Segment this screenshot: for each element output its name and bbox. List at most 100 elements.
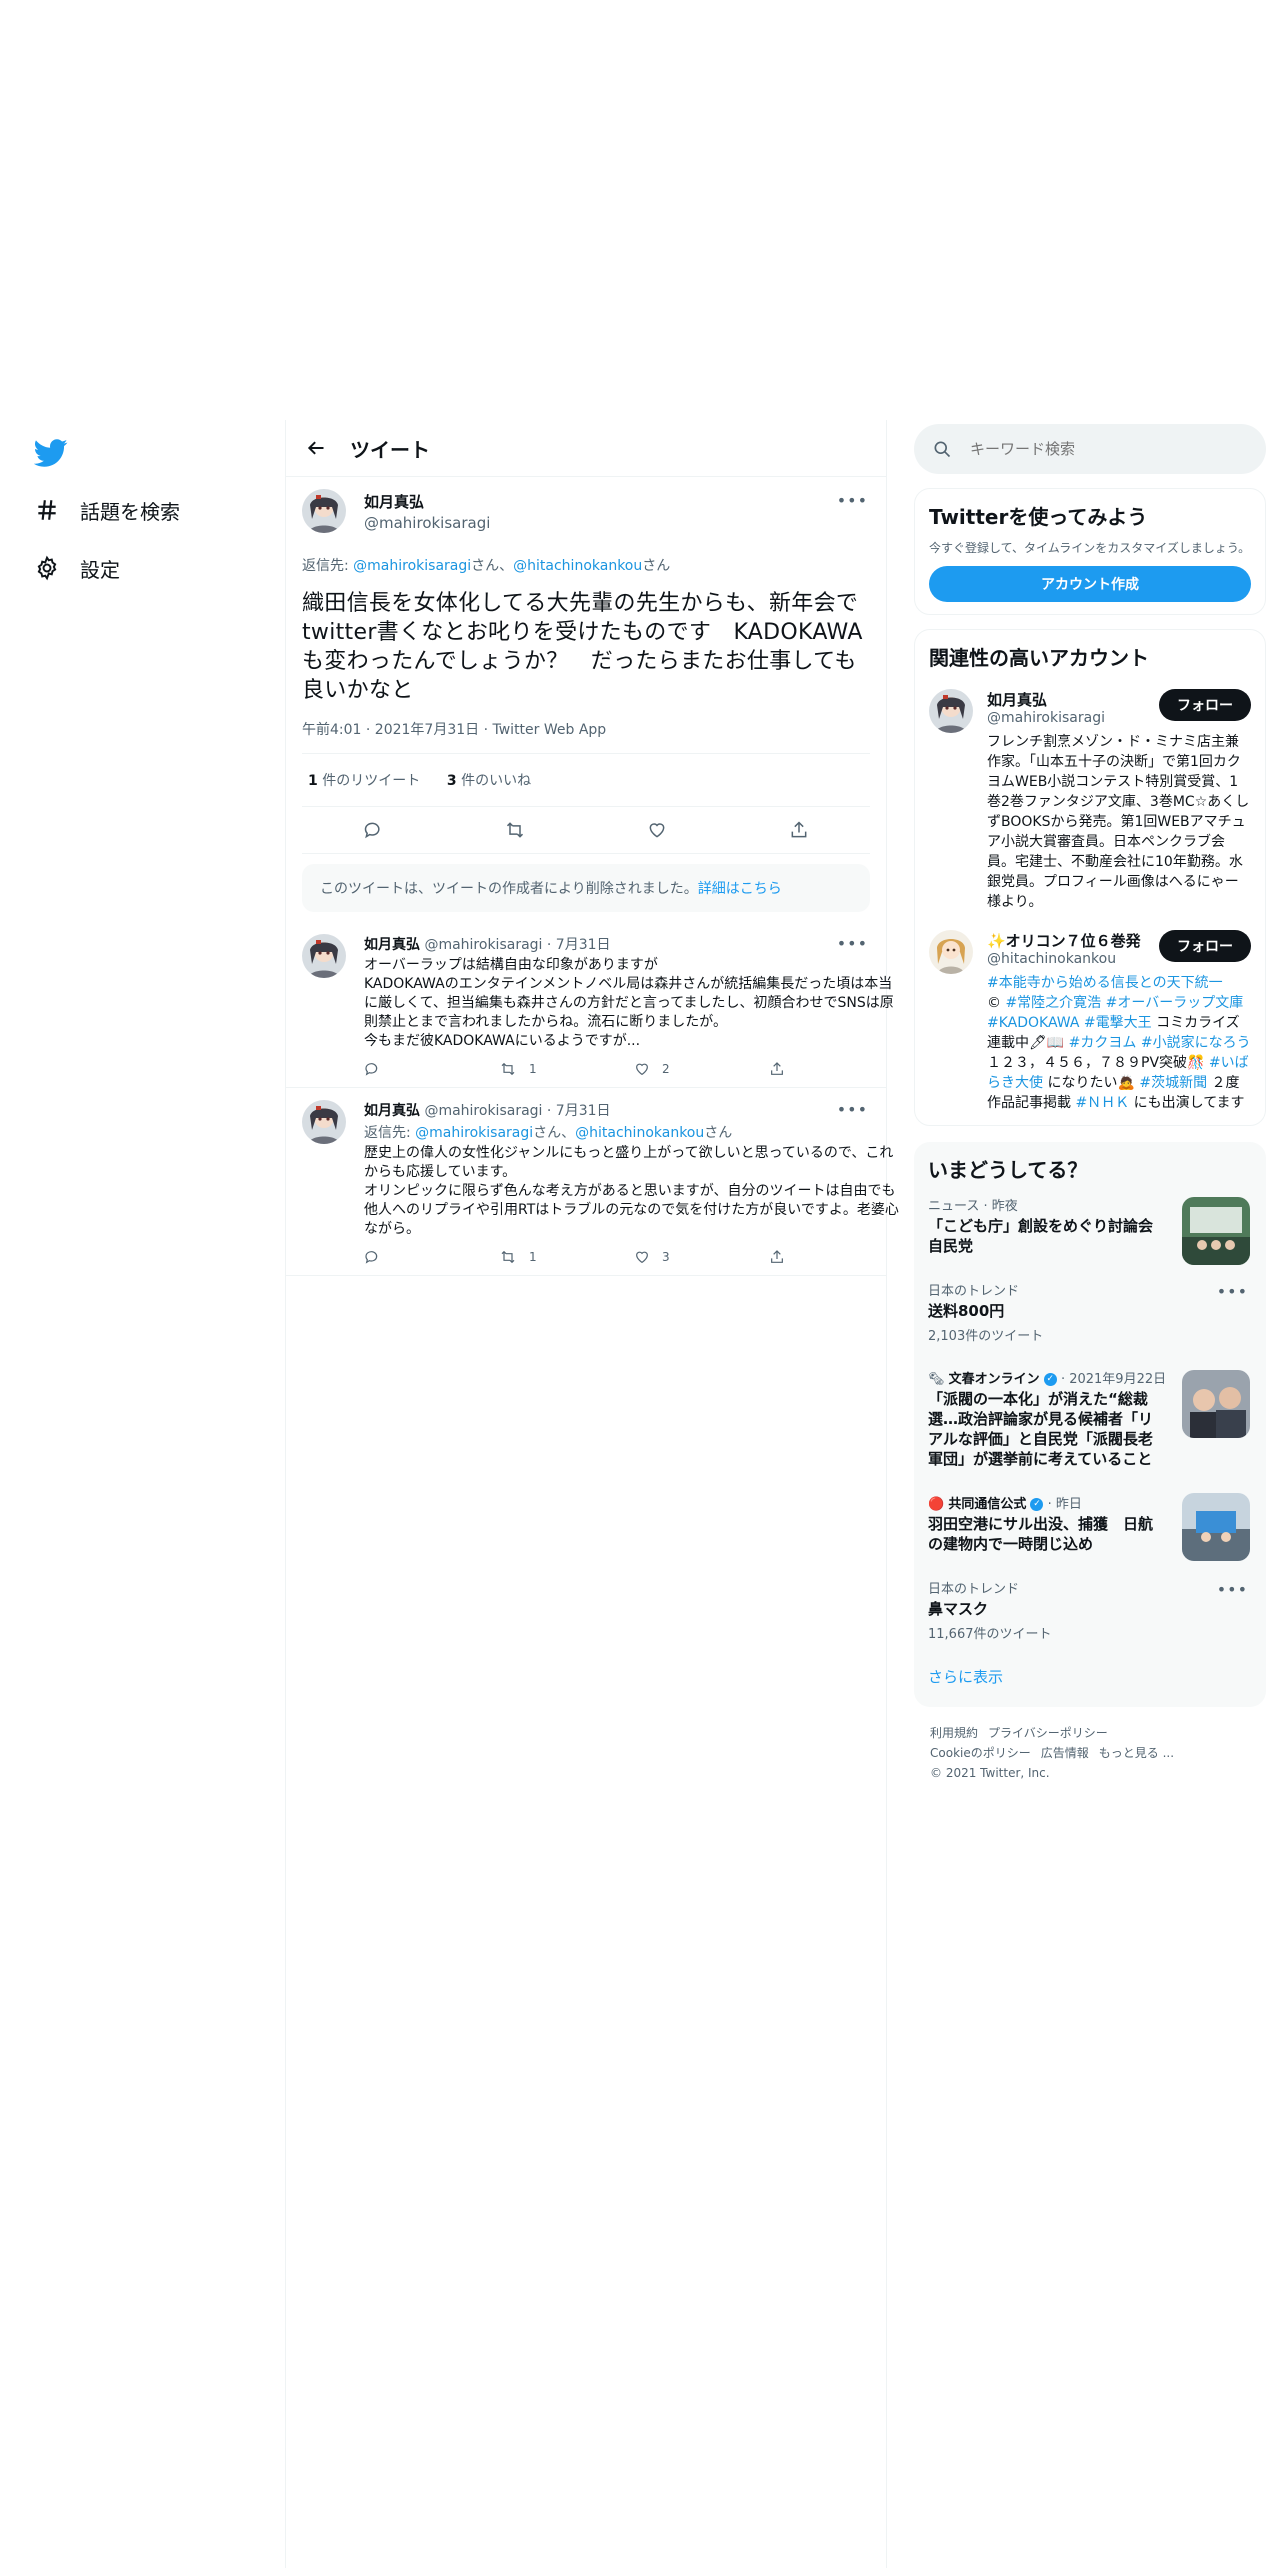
signup-box: Twitterを使ってみよう 今すぐ登録して、タイムラインをカスタマイズしましょ… [914, 488, 1266, 615]
retweet-stat-label: 件のリツイート [317, 773, 421, 789]
footer-link[interactable]: 利用規約 [930, 1726, 978, 1740]
reply-tweet[interactable]: 如月真弘 @mahirokisaragi · 7月31日 ••• オーバーラップ… [286, 922, 894, 1088]
search-input[interactable] [968, 439, 1222, 459]
like-count: 3 [662, 1250, 670, 1264]
retweet-action[interactable]: 1 [499, 1249, 634, 1265]
account-card[interactable]: ✨オリコン７位６巻発 @hitachinokankou #本能寺から始める信長と… [929, 930, 1251, 1113]
trend-title: 「こども庁」創設をめぐり討論会 自民党 [928, 1217, 1169, 1255]
show-more-link[interactable]: さらに表示 [914, 1654, 1266, 1695]
nav-settings[interactable]: 設定 [34, 548, 120, 588]
bio-hashtag[interactable]: #茨城新聞 [1139, 1075, 1207, 1091]
bio-hashtag[interactable]: #カクヨム #小説家になろう [1069, 1035, 1251, 1051]
footer: 利用規約 プライバシーポリシー Cookieのポリシー 広告情報 もっと見る ... … [930, 1723, 1252, 1783]
retweet-stat[interactable]: 1 件のリツイート [308, 773, 420, 789]
reply-separator: さん、 [533, 1125, 576, 1141]
account-card[interactable]: 如月真弘 @mahirokisaragi フレンチ割烹メゾン・ド・ミナミ店主兼作… [929, 689, 1251, 912]
reply-prefix: 返信先: [302, 558, 354, 574]
share-icon [771, 1250, 783, 1263]
footer-link[interactable]: 広告情報 [1041, 1746, 1089, 1760]
search-box[interactable] [914, 424, 1266, 474]
reply-icon [365, 1063, 378, 1076]
reply-suffix: さん [704, 1125, 733, 1141]
avatar[interactable] [302, 1100, 346, 1144]
follow-button[interactable]: フォロー [1159, 930, 1251, 962]
retweet-icon [501, 1250, 515, 1264]
tweet-date[interactable]: · 7月31日 [542, 1103, 611, 1119]
tweet-stats: 1 件のリツイート 3 件のいいね [302, 754, 870, 807]
retweet-action[interactable]: 1 [499, 1061, 634, 1077]
trend-count: 2,103件のツイート [928, 1329, 1044, 1344]
reply-icon[interactable] [361, 818, 385, 842]
avatar[interactable] [929, 689, 973, 733]
trend-thumbnail [1182, 1197, 1250, 1265]
tweet-timestamp[interactable]: 午前4:01 · 2021年7月31日 · Twitter Web App [302, 719, 870, 754]
create-account-button[interactable]: アカウント作成 [929, 566, 1251, 602]
signup-title: Twitterを使ってみよう [929, 505, 1148, 529]
author-handle[interactable]: @mahirokisaragi [364, 514, 490, 532]
trend-item[interactable]: 🗞 文春オンライン ✓ · 2021年9月22日 「派閥の一本化」が消えた“総裁… [914, 1356, 1266, 1481]
footer-link[interactable]: もっと見る ... [1099, 1746, 1174, 1760]
footer-link[interactable]: Cookieのポリシー [930, 1746, 1031, 1760]
reply-user-link[interactable]: @hitachinokankou [575, 1125, 704, 1141]
trend-item[interactable]: 日本のトレンド 送料800円 2,103件のツイート ••• [914, 1268, 1266, 1356]
author-handle[interactable]: @mahirokisaragi [424, 1103, 542, 1119]
reply-prefix: 返信先: [364, 1125, 416, 1141]
trend-item[interactable]: 日本のトレンド 鼻マスク 11,667件のツイート ••• [914, 1566, 1266, 1654]
trend-item[interactable]: 🔴 共同通信公式 ✓ · 昨日 羽田空港にサル出没、捕獲 日航の建物内で一時閉じ… [914, 1481, 1266, 1566]
reply-user-link[interactable]: @hitachinokankou [513, 558, 642, 574]
footer-link[interactable]: プライバシーポリシー [988, 1726, 1108, 1740]
reply-action[interactable] [364, 1249, 499, 1265]
more-icon[interactable]: ••• [1217, 1282, 1248, 1301]
like-icon[interactable] [645, 818, 669, 842]
nav-settings-label: 設定 [80, 557, 120, 582]
bio-text: © [987, 995, 1006, 1011]
author-handle[interactable]: @mahirokisaragi [424, 937, 542, 953]
more-icon[interactable]: ••• [837, 1100, 868, 1119]
avatar[interactable] [302, 934, 346, 978]
page-title: ツイート [350, 437, 430, 462]
bio-hashtag[interactable]: #ＮＨＫ [1075, 1095, 1129, 1111]
reply-to: 返信先: @mahirokisaragiさん、@hitachinokankouさ… [302, 555, 870, 575]
trend-item[interactable]: ニュース · 昨夜 「こども庁」創設をめぐり討論会 自民党 [914, 1183, 1266, 1268]
like-stat-label: 件のいいね [456, 773, 532, 789]
reply-user-link[interactable]: @mahirokisaragi [415, 1125, 533, 1141]
deleted-tweet-notice: このツイートは、ツイートの作成者により削除されました。詳細はこちら [302, 864, 870, 912]
like-icon [636, 1251, 648, 1264]
author-name[interactable]: 如月真弘 [364, 491, 490, 512]
more-icon[interactable]: ••• [1217, 1580, 1248, 1599]
bio-hashtag[interactable]: #本能寺から始める信長との天下統一 [987, 975, 1223, 991]
reply-user-link[interactable]: @mahirokisaragi [353, 558, 471, 574]
like-action[interactable]: 2 [634, 1061, 769, 1077]
share-action[interactable] [769, 1249, 904, 1265]
news-time: · 昨日 [1043, 1497, 1082, 1512]
deleted-notice-text: このツイートは、ツイートの作成者により削除されました。 [320, 881, 698, 897]
trend-thumbnail [1182, 1493, 1250, 1561]
avatar[interactable] [302, 489, 346, 533]
learn-more-link[interactable]: 詳細はこちら [698, 881, 782, 897]
retweet-icon[interactable] [503, 818, 527, 842]
author-name[interactable]: 如月真弘 [364, 937, 420, 953]
like-stat[interactable]: 3 件のいいね [447, 773, 531, 789]
news-source: 共同通信公式 [948, 1497, 1027, 1512]
back-arrow-icon[interactable] [302, 434, 330, 462]
news-time: · 2021年9月22日 [1056, 1372, 1167, 1387]
like-action[interactable]: 3 [634, 1249, 769, 1265]
trend-context: 日本のトレンド [928, 1284, 1020, 1299]
twitter-logo-icon[interactable] [33, 436, 68, 470]
avatar[interactable] [929, 930, 973, 974]
more-icon[interactable]: ••• [837, 491, 868, 510]
retweet-count: 1 [308, 773, 318, 789]
share-action[interactable] [769, 1061, 904, 1077]
tweet-date[interactable]: · 7月31日 [542, 937, 611, 953]
share-icon[interactable] [787, 818, 811, 842]
follow-button[interactable]: フォロー [1159, 689, 1251, 721]
author-name[interactable]: 如月真弘 [364, 1103, 420, 1119]
reply-action[interactable] [364, 1061, 499, 1077]
like-count: 3 [446, 773, 457, 789]
more-icon[interactable]: ••• [837, 934, 868, 953]
nav-explore[interactable]: 話題を検索 [34, 490, 180, 530]
trend-context: 日本のトレンド [928, 1582, 1020, 1597]
trend-title: 送料800円 [928, 1302, 1005, 1320]
reply-tweet[interactable]: 如月真弘 @mahirokisaragi · 7月31日 ••• 返信先: @m… [286, 1088, 899, 1276]
retweet-icon [501, 1062, 515, 1076]
